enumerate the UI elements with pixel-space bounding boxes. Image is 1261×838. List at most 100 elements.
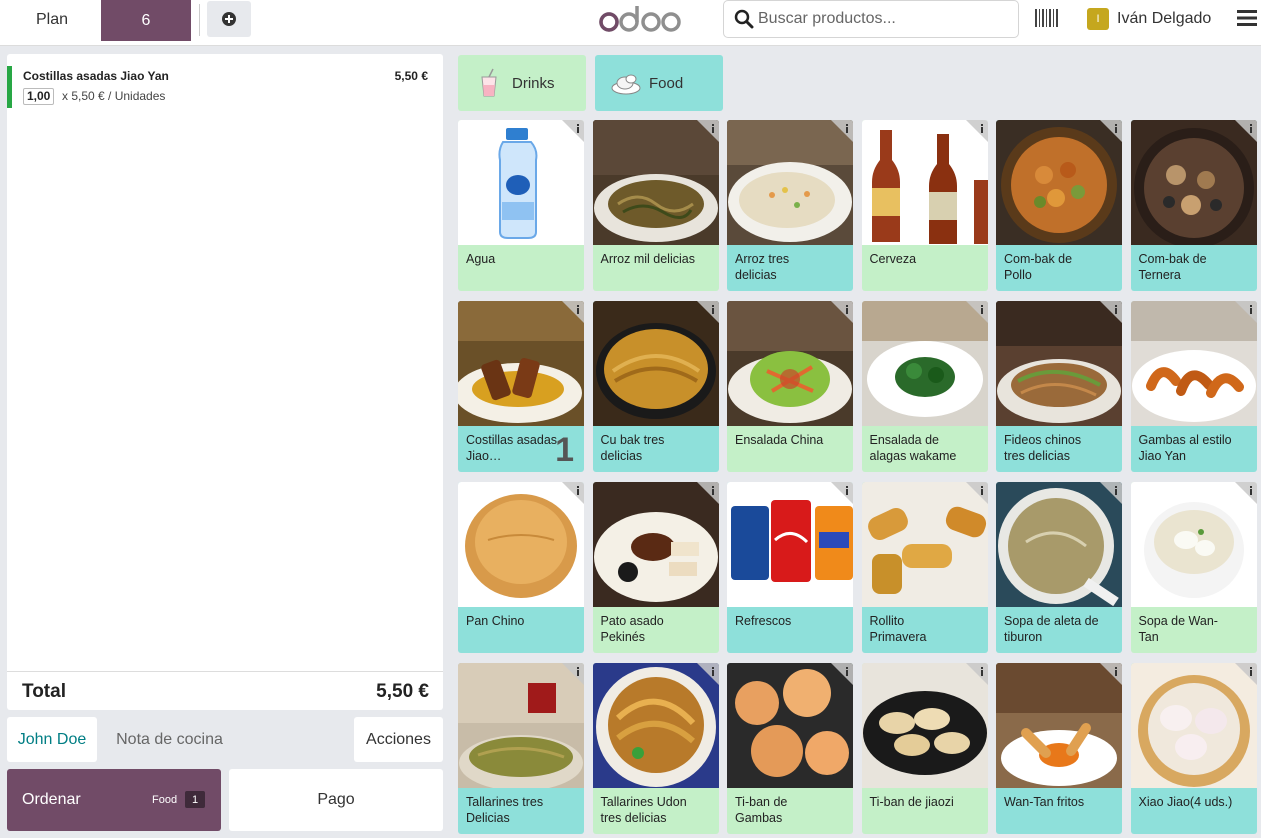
product-card[interactable]: Fideos chinos tres delicias: [996, 301, 1122, 472]
order-line-quantity: 1,00: [23, 88, 55, 105]
hamburger-menu-icon[interactable]: [1237, 9, 1257, 27]
info-icon[interactable]: [965, 120, 988, 142]
order-tab[interactable]: 6: [101, 0, 191, 41]
customer-button[interactable]: John Doe: [7, 717, 97, 762]
info-icon[interactable]: [831, 663, 853, 685]
product-card[interactable]: Agua: [458, 120, 584, 291]
info-icon[interactable]: [1100, 301, 1122, 323]
order-category-count: 1: [185, 791, 205, 808]
product-card[interactable]: Ensalada de alagas wakame: [861, 301, 988, 472]
product-name: Arroz tres delicias: [735, 252, 790, 282]
product-name: Sopa de Wan-Tan: [1138, 614, 1218, 644]
info-icon[interactable]: [965, 301, 988, 323]
order-line-unit-price: x 5,50 € / Unidades: [62, 89, 166, 103]
product-name: Sopa de aleta de tiburon: [1004, 614, 1099, 644]
product-card[interactable]: Arroz mil delicias: [592, 120, 719, 291]
search-input[interactable]: [758, 10, 1008, 28]
divider: [199, 4, 200, 36]
product-card[interactable]: Rollito Primavera: [861, 482, 988, 653]
product-card[interactable]: Costillas asadas Jiao… 1: [458, 301, 584, 472]
info-icon[interactable]: [1100, 482, 1122, 504]
product-card[interactable]: Cerveza: [861, 120, 988, 291]
info-icon[interactable]: [1100, 663, 1122, 685]
product-card[interactable]: Sopa de aleta de tiburon: [996, 482, 1122, 653]
user-name: Iván Delgado: [1117, 10, 1212, 27]
product-name: Arroz mil delicias: [600, 252, 695, 266]
info-icon[interactable]: [965, 482, 988, 504]
product-card[interactable]: Com-bak de Ternera: [1130, 120, 1257, 291]
product-card[interactable]: Pan Chino: [458, 482, 584, 653]
product-card[interactable]: Tallarines Udon tres delicias: [592, 663, 719, 834]
search-box: [723, 0, 1019, 38]
kitchen-note-button[interactable]: Nota de cocina: [105, 717, 234, 762]
info-icon[interactable]: [831, 301, 853, 323]
info-icon[interactable]: [696, 120, 719, 142]
product-card[interactable]: Gambas al estilo Jiao Yan: [1130, 301, 1257, 472]
order-panel: Costillas asadas Jiao Yan 5,50 € 1,00 x …: [7, 54, 443, 710]
product-card[interactable]: Tallarines tres Delicias: [458, 663, 584, 834]
add-order-button[interactable]: [207, 1, 251, 37]
product-card[interactable]: Ensalada China: [727, 301, 853, 472]
category-drinks[interactable]: Drinks: [458, 55, 586, 111]
product-name: Xiao Jiao(4 uds.): [1138, 795, 1233, 809]
product-card[interactable]: Ti-ban de Gambas: [727, 663, 853, 834]
food-plate-icon: [611, 74, 641, 95]
order-button[interactable]: Ordenar Food 1: [7, 769, 221, 831]
drink-cup-icon: [481, 68, 497, 97]
info-icon[interactable]: [562, 482, 584, 504]
product-card[interactable]: Pato asado Pekinés: [592, 482, 719, 653]
product-card[interactable]: Refrescos: [727, 482, 853, 653]
product-name: Pan Chino: [466, 614, 525, 628]
product-name: Ensalada China: [735, 433, 824, 447]
product-name: Tallarines tres Delicias: [466, 795, 544, 825]
info-icon[interactable]: [965, 663, 988, 685]
product-name: Cerveza: [869, 252, 917, 266]
user-menu[interactable]: I Iván Delgado: [1087, 7, 1211, 31]
info-icon[interactable]: [562, 120, 584, 142]
order-button-label: Ordenar: [22, 791, 81, 808]
barcode-icon[interactable]: [1034, 6, 1060, 30]
product-card[interactable]: Arroz tres delicias: [727, 120, 853, 291]
product-name: Gambas al estilo Jiao Yan: [1138, 433, 1232, 463]
product-name: Com-bak de Pollo: [1004, 252, 1073, 282]
info-icon[interactable]: [1234, 120, 1257, 142]
product-name: Tallarines Udon tres delicias: [600, 795, 687, 825]
odoo-logo: [599, 6, 681, 32]
product-card[interactable]: Cu bak tres delicias: [592, 301, 719, 472]
category-label: Food: [649, 74, 684, 92]
info-icon[interactable]: [831, 120, 853, 142]
payment-button[interactable]: Pago: [229, 769, 443, 831]
info-icon[interactable]: [696, 301, 719, 323]
info-icon[interactable]: [1234, 301, 1257, 323]
product-card[interactable]: Xiao Jiao(4 uds.): [1130, 663, 1257, 834]
info-icon[interactable]: [696, 663, 719, 685]
product-card[interactable]: Ti-ban de jiaozi: [861, 663, 988, 834]
info-icon[interactable]: [1100, 120, 1122, 142]
product-name: Rollito Primavera: [869, 614, 927, 644]
info-icon[interactable]: [562, 301, 584, 323]
info-icon[interactable]: [562, 663, 584, 685]
top-bar: Plan 6 I Iván Del: [0, 0, 1261, 46]
product-card[interactable]: Sopa de Wan-Tan: [1130, 482, 1257, 653]
product-name: Fideos chinos tres delicias: [1004, 433, 1082, 463]
product-name: Ensalada de alagas wakame: [869, 433, 957, 463]
category-food[interactable]: Food: [595, 55, 723, 111]
category-label: Drinks: [512, 74, 555, 92]
product-card[interactable]: Com-bak de Pollo: [996, 120, 1122, 291]
product-quantity-badge: 1: [555, 431, 574, 469]
order-line-price: 5,50 €: [394, 69, 428, 83]
info-icon[interactable]: [1234, 482, 1257, 504]
product-name: Refrescos: [735, 614, 792, 628]
product-name: Wan-Tan fritos: [1004, 795, 1085, 809]
plan-button[interactable]: Plan: [8, 0, 96, 40]
product-name: Com-bak de Ternera: [1138, 252, 1207, 282]
total-value: 5,50 €: [376, 681, 429, 702]
order-line[interactable]: Costillas asadas Jiao Yan 5,50 € 1,00 x …: [7, 66, 443, 108]
actions-button[interactable]: Acciones: [354, 717, 443, 762]
order-line-name: Costillas asadas Jiao Yan: [23, 69, 169, 83]
info-icon[interactable]: [1234, 663, 1257, 685]
info-icon[interactable]: [696, 482, 719, 504]
product-name: Cu bak tres delicias: [600, 433, 665, 463]
info-icon[interactable]: [831, 482, 853, 504]
product-card[interactable]: Wan-Tan fritos: [996, 663, 1122, 834]
